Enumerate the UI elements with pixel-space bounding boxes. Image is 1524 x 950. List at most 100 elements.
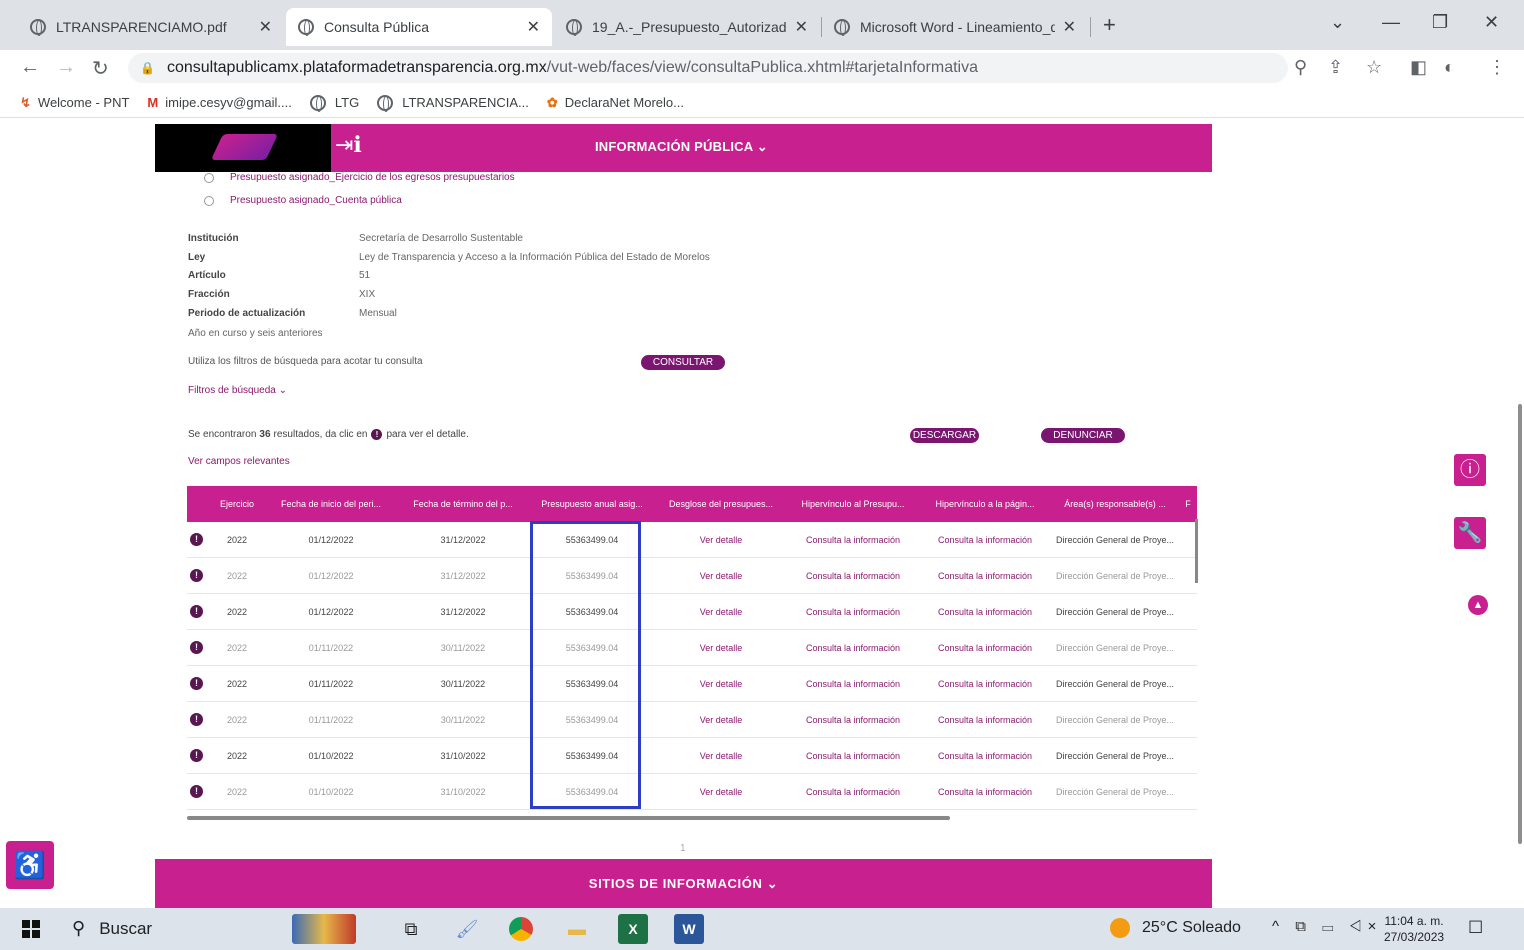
bookmark-gmail[interactable]: M imipe.cesyv@gmail.... <box>147 95 291 110</box>
close-icon[interactable]: ✕ <box>1063 17 1076 37</box>
browser-tab[interactable]: 19_A.-_Presupuesto_Autorizado_ ✕ <box>554 8 820 46</box>
row-detail-icon[interactable]: ! <box>190 605 203 618</box>
browser-tab[interactable]: Microsoft Word - Lineamiento_de ✕ <box>822 8 1088 46</box>
row-detail-icon[interactable]: ! <box>190 713 203 726</box>
column-header[interactable]: Ejercicio <box>209 499 265 509</box>
consulta-link[interactable]: Consulta la información <box>787 535 919 545</box>
consulta-link[interactable]: Consulta la información <box>919 679 1051 689</box>
window-close-icon[interactable]: ✕ <box>1484 12 1499 33</box>
bookmark-ltg[interactable]: LTG <box>309 94 359 112</box>
share-icon[interactable]: ⇪ <box>1328 57 1343 78</box>
consulta-link[interactable]: Consulta la información <box>919 751 1051 761</box>
consulta-link[interactable]: Consulta la información <box>919 787 1051 797</box>
chrome-icon[interactable] <box>506 914 536 944</box>
bookmark-star-icon[interactable]: ☆ <box>1366 57 1382 78</box>
ver-campos-link[interactable]: Ver campos relevantes <box>188 456 290 467</box>
word-icon[interactable]: W <box>674 914 704 944</box>
row-detail-icon[interactable]: ! <box>190 749 203 762</box>
consulta-link[interactable]: Consulta la información <box>919 607 1051 617</box>
ver-detalle-link[interactable]: Ver detalle <box>655 643 787 653</box>
consulta-link[interactable]: Consulta la información <box>787 643 919 653</box>
bookmark-declaranet[interactable]: ✿ DeclaraNet Morelo... <box>547 95 684 111</box>
consulta-link[interactable]: Consulta la información <box>787 751 919 761</box>
column-header[interactable]: Área(s) responsable(s) ... <box>1051 499 1179 509</box>
column-header[interactable]: Hipervínculo al Presupu... <box>787 499 919 509</box>
accessibility-icon[interactable]: ♿ <box>6 841 54 889</box>
ver-detalle-link[interactable]: Ver detalle <box>655 607 787 617</box>
scroll-top-icon[interactable]: ▲ <box>1468 595 1488 615</box>
table-horizontal-scrollbar[interactable] <box>187 816 950 820</box>
bookmark-ltransparencia[interactable]: LTRANSPARENCIA... <box>377 94 529 112</box>
column-header[interactable]: Presupuesto anual asig... <box>529 499 655 509</box>
minimize-icon[interactable]: — <box>1382 12 1400 33</box>
site-logo[interactable] <box>155 124 331 172</box>
filtros-toggle[interactable]: Filtros de búsqueda ⌄ <box>188 385 287 396</box>
browser-tab-active[interactable]: Consulta Pública ✕ <box>286 8 552 46</box>
close-icon[interactable]: ✕ <box>795 17 808 37</box>
consultar-button[interactable]: CONSULTAR <box>641 355 725 370</box>
consulta-link[interactable]: Consulta la información <box>787 715 919 725</box>
consulta-link[interactable]: Consulta la información <box>919 535 1051 545</box>
paint-icon[interactable]: 🖌 <box>452 914 482 944</box>
ver-detalle-link[interactable]: Ver detalle <box>655 715 787 725</box>
file-explorer-icon[interactable]: ▬ <box>562 914 592 944</box>
close-icon[interactable]: ✕ <box>527 17 540 37</box>
ver-detalle-link[interactable]: Ver detalle <box>655 679 787 689</box>
restore-icon[interactable]: ❐ <box>1432 12 1448 33</box>
denunciar-button[interactable]: DENUNCIAR <box>1041 428 1125 443</box>
task-view-icon[interactable]: ⧉ <box>396 914 426 944</box>
row-detail-icon[interactable]: ! <box>190 785 203 798</box>
tab-search-icon[interactable]: ⌄ <box>1330 12 1345 33</box>
column-header[interactable]: Fecha de término del p... <box>397 499 529 509</box>
close-icon[interactable]: ✕ <box>259 17 272 37</box>
login-icon[interactable]: ⇥ℹ <box>335 132 371 162</box>
sitios-de-informacion-bar[interactable]: SITIOS DE INFORMACIÓN ⌄ <box>155 859 1212 908</box>
forward-icon[interactable]: → <box>56 56 76 79</box>
radio-icon[interactable] <box>204 195 214 206</box>
taskbar-search[interactable]: ⚲ Buscar <box>72 918 152 939</box>
informacion-publica-menu[interactable]: INFORMACIÓN PÚBLICA ⌄ <box>595 139 768 155</box>
zoom-icon[interactable]: ⚲ <box>1294 57 1307 78</box>
news-widget-icon[interactable] <box>292 914 356 944</box>
table-vertical-scrollbar[interactable] <box>1195 519 1198 583</box>
back-icon[interactable]: ← <box>20 56 40 79</box>
ver-detalle-link[interactable]: Ver detalle <box>655 751 787 761</box>
reload-icon[interactable]: ↻ <box>92 56 109 81</box>
option-cuenta-publica[interactable]: Presupuesto asignado_Cuenta pública <box>204 195 402 206</box>
tools-icon[interactable]: 🔧 <box>1454 517 1486 549</box>
ver-detalle-link[interactable]: Ver detalle <box>655 571 787 581</box>
taskbar-clock[interactable]: 11:04 a. m. 27/03/2023 <box>1384 913 1444 945</box>
row-detail-icon[interactable]: ! <box>190 569 203 582</box>
column-header[interactable]: Desglose del presupues... <box>655 499 787 509</box>
bookmark-pnt[interactable]: ↯ Welcome - PNT <box>20 95 129 111</box>
row-detail-icon[interactable]: ! <box>190 677 203 690</box>
column-header[interactable]: F <box>1179 499 1197 509</box>
pagination-page[interactable]: 1 <box>680 843 686 854</box>
address-bar[interactable]: 🔒 consultapublicamx.plataformadetranspar… <box>128 53 1288 83</box>
browser-tab[interactable]: LTRANSPARENCIAMO.pdf ✕ <box>18 8 284 46</box>
consulta-link[interactable]: Consulta la información <box>787 787 919 797</box>
alert-icon[interactable]: ⓘ <box>1454 454 1486 486</box>
row-detail-icon[interactable]: ! <box>190 641 203 654</box>
column-header[interactable]: Fecha de inicio del peri... <box>265 499 397 509</box>
consulta-link[interactable]: Consulta la información <box>919 643 1051 653</box>
ver-detalle-link[interactable]: Ver detalle <box>655 535 787 545</box>
row-detail-icon[interactable]: ! <box>190 533 203 546</box>
windows-start-icon[interactable] <box>22 920 40 938</box>
radio-icon[interactable] <box>204 172 214 183</box>
side-panel-icon[interactable]: ◧ <box>1410 57 1427 78</box>
column-header[interactable]: Hipervínculo a la págin... <box>919 499 1051 509</box>
consulta-link[interactable]: Consulta la información <box>787 679 919 689</box>
ver-detalle-link[interactable]: Ver detalle <box>655 787 787 797</box>
consulta-link[interactable]: Consulta la información <box>787 571 919 581</box>
notification-icon[interactable]: ☐ <box>1468 918 1483 938</box>
consulta-link[interactable]: Consulta la información <box>919 571 1051 581</box>
consulta-link[interactable]: Consulta la información <box>919 715 1051 725</box>
system-tray-icons[interactable]: ^ ⧉ ▭ ◁× <box>1272 918 1382 935</box>
descargar-button[interactable]: DESCARGAR <box>910 428 979 443</box>
page-scrollbar[interactable] <box>1518 404 1522 844</box>
menu-icon[interactable]: ⋮ <box>1488 57 1506 78</box>
profile-avatar[interactable]: ◐ <box>1444 57 1455 78</box>
option-egresos[interactable]: Presupuesto asignado_Ejercicio de los eg… <box>204 172 515 183</box>
excel-icon[interactable]: X <box>618 914 648 944</box>
